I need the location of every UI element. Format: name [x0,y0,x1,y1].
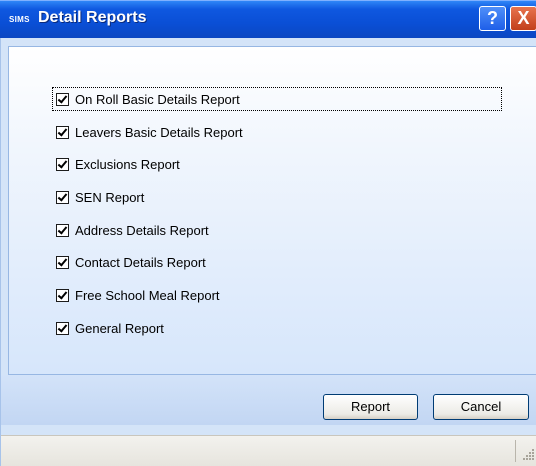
report-option[interactable]: General Report [56,318,164,338]
report-option[interactable]: On Roll Basic Details Report [56,89,240,109]
close-button[interactable]: X [510,6,536,31]
report-option[interactable]: Address Details Report [56,220,209,240]
report-option-label: Leavers Basic Details Report [75,124,243,140]
report-option[interactable]: SEN Report [56,187,144,207]
dialog-client-area: On Roll Basic Details Report Leavers Bas… [0,38,536,466]
report-options-panel: On Roll Basic Details Report Leavers Bas… [8,46,536,375]
detail-reports-dialog: SIMS Detail Reports ? X On Roll Basic De… [0,0,536,466]
close-icon: X [517,8,530,28]
sims-logo: SIMS [9,15,30,24]
report-option[interactable]: Exclusions Report [56,154,180,174]
cancel-button[interactable]: Cancel [433,394,529,420]
report-option-label: Exclusions Report [75,156,180,172]
help-icon: ? [487,8,498,28]
report-option[interactable]: Leavers Basic Details Report [56,122,243,142]
checkbox[interactable] [56,157,69,171]
checkbox[interactable] [56,288,69,302]
checkbox[interactable] [56,125,69,139]
report-option-label: General Report [75,320,164,336]
report-option[interactable]: Contact Details Report [56,252,206,272]
report-option-label: Address Details Report [75,222,209,238]
checkbox[interactable] [56,321,69,335]
checkbox[interactable] [56,190,69,204]
help-button[interactable]: ? [479,6,506,31]
report-button[interactable]: Report [323,394,418,420]
report-option-label: On Roll Basic Details Report [75,91,240,107]
title-bar[interactable]: SIMS Detail Reports ? X [0,0,536,38]
status-separator [515,440,516,462]
checkbox[interactable] [56,92,69,106]
resize-grip-icon[interactable] [523,449,535,461]
checkbox[interactable] [56,255,69,269]
window-title: Detail Reports [38,9,147,26]
report-option-label: SEN Report [75,189,145,205]
checkbox[interactable] [56,223,69,237]
report-option-label: Contact Details Report [75,254,206,270]
status-bar [1,435,536,466]
report-option[interactable]: Free School Meal Report [56,285,220,305]
report-option-label: Free School Meal Report [75,287,220,303]
